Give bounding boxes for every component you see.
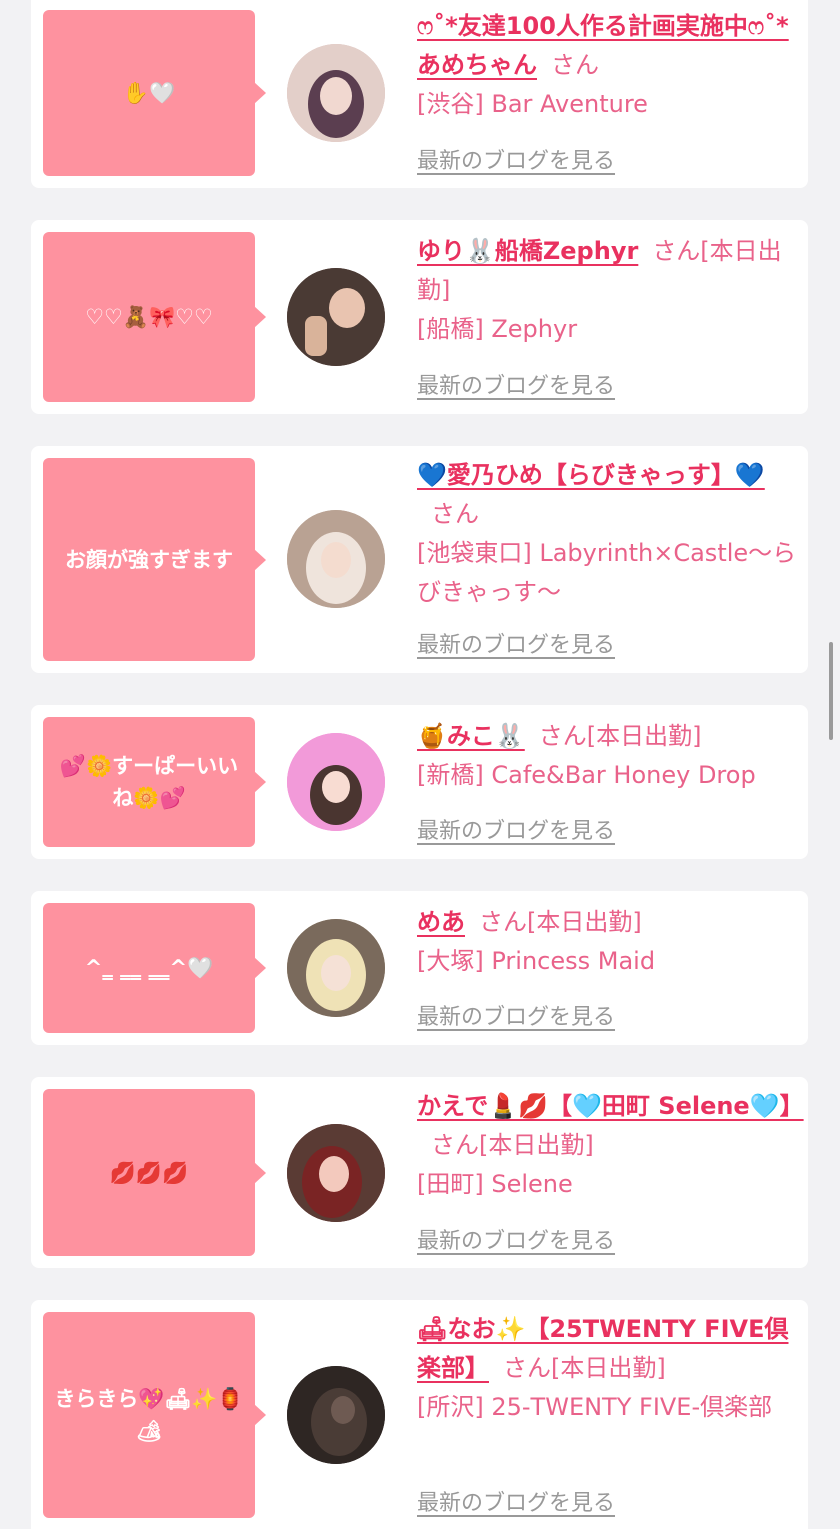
comment-bubble: きらきら💖🛋✨🏮🏕 bbox=[43, 1312, 266, 1518]
shop-name: [所沢] 25-TWENTY FIVE-倶楽部 bbox=[417, 1393, 773, 1421]
comment-bubble: ^‗ ‗‗ ‗‗^🤍 bbox=[43, 903, 266, 1033]
avatar[interactable] bbox=[287, 268, 385, 366]
comment-text: きらきら💖🛋✨🏮🏕 bbox=[54, 1387, 244, 1443]
latest-blog-link[interactable]: 最新のブログを見る bbox=[417, 813, 615, 845]
card-info: 🍯みこ🐰 さん[本日出勤] [新橋] Cafe&Bar Honey Drop bbox=[417, 717, 799, 795]
avatar[interactable] bbox=[287, 510, 385, 608]
comment-bubble: お顔が強すぎます bbox=[43, 458, 266, 661]
comment-text: ^‗ ‗‗ ‗‗^🤍 bbox=[84, 956, 214, 980]
card-info: ゆり🐰船橋Zephyr さん[本日出勤] [船橋] Zephyr bbox=[417, 232, 799, 349]
shop-name: [田町] Selene bbox=[417, 1170, 573, 1198]
cast-name-link[interactable]: 🍯みこ🐰 bbox=[417, 722, 525, 750]
latest-blog-link[interactable]: 最新のブログを見る bbox=[417, 1485, 615, 1517]
scrollbar[interactable] bbox=[829, 642, 833, 740]
comment-bubble: 💕🌼すーぱーいいね🌼💕 bbox=[43, 717, 266, 847]
name-suffix: さん[本日出勤] bbox=[503, 1354, 666, 1382]
comment-bubble: ✋🤍 bbox=[43, 10, 266, 176]
latest-blog-link[interactable]: 最新のブログを見る bbox=[417, 368, 615, 400]
avatar[interactable] bbox=[287, 1366, 385, 1464]
list-item[interactable]: 💋💋💋 かえで💄💋【🩵田町 Selene🩵】さん[本日出勤] [田町] Sele… bbox=[31, 1077, 808, 1268]
list-item[interactable]: ^‗ ‗‗ ‗‗^🤍 めあ さん[本日出勤] [大塚] Princess Maid… bbox=[31, 891, 808, 1045]
comment-bubble: ♡♡🧸🎀♡♡ bbox=[43, 232, 266, 402]
latest-blog-link[interactable]: 最新のブログを見る bbox=[417, 1223, 615, 1255]
cast-name-link[interactable]: ෆ˚*友達100人作る計画実施中ෆ˚*あめちゃん bbox=[417, 12, 789, 79]
shop-name: [船橋] Zephyr bbox=[417, 315, 578, 343]
name-suffix: さん bbox=[551, 51, 599, 79]
avatar[interactable] bbox=[287, 44, 385, 142]
latest-blog-link[interactable]: 最新のブログを見る bbox=[417, 999, 615, 1031]
list-item[interactable]: ♡♡🧸🎀♡♡ ゆり🐰船橋Zephyr さん[本日出勤] [船橋] Zephyr 最… bbox=[31, 220, 808, 414]
comment-text: お顔が強すぎます bbox=[65, 547, 233, 572]
shop-name: [池袋東口] Labyrinth×Castle〜らびきゃっす〜 bbox=[417, 539, 797, 606]
shop-name: [渋谷] Bar Aventure bbox=[417, 90, 648, 118]
comment-text: ♡♡🧸🎀♡♡ bbox=[85, 305, 213, 329]
card-info: ෆ˚*友達100人作る計画実施中ෆ˚*あめちゃん さん [渋谷] Bar Aven… bbox=[417, 7, 799, 124]
latest-blog-link[interactable]: 最新のブログを見る bbox=[417, 143, 615, 175]
avatar[interactable] bbox=[287, 1124, 385, 1222]
comment-text: 💕🌼すーぱーいいね🌼💕 bbox=[59, 754, 239, 810]
name-suffix: さん[本日出勤] bbox=[431, 1131, 594, 1159]
cast-name-link[interactable]: ゆり🐰船橋Zephyr bbox=[417, 237, 638, 265]
card-info: 🛋なお✨【25TWENTY FIVE倶楽部】 さん[本日出勤] [所沢] 25-T… bbox=[417, 1310, 799, 1427]
cast-name-link[interactable]: めあ bbox=[417, 908, 465, 936]
shop-name: [新橋] Cafe&Bar Honey Drop bbox=[417, 761, 756, 789]
avatar[interactable] bbox=[287, 919, 385, 1017]
card-info: めあ さん[本日出勤] [大塚] Princess Maid bbox=[417, 903, 799, 981]
card-info: 💙愛乃ひめ【らびきゃっす】💙 さん [池袋東口] Labyrinth×Castle… bbox=[417, 456, 799, 612]
card-info: かえで💄💋【🩵田町 Selene🩵】さん[本日出勤] [田町] Selene bbox=[417, 1087, 804, 1204]
comment-bubble: 💋💋💋 bbox=[43, 1089, 266, 1256]
list-item[interactable]: お顔が強すぎます 💙愛乃ひめ【らびきゃっす】💙 さん [池袋東口] Labyrin… bbox=[31, 446, 808, 673]
name-suffix: さん[本日出勤] bbox=[479, 908, 642, 936]
list-item[interactable]: きらきら💖🛋✨🏮🏕 🛋なお✨【25TWENTY FIVE倶楽部】 さん[本日出勤]… bbox=[31, 1300, 808, 1529]
name-suffix: さん bbox=[431, 500, 479, 528]
comment-text: ✋🤍 bbox=[122, 81, 176, 105]
cast-name-link[interactable]: かえで💄💋【🩵田町 Selene🩵】 bbox=[417, 1092, 804, 1120]
list-item[interactable]: 💕🌼すーぱーいいね🌼💕 🍯みこ🐰 さん[本日出勤] [新橋] Cafe&Bar H… bbox=[31, 705, 808, 859]
cast-name-link[interactable]: 💙愛乃ひめ【らびきゃっす】💙 bbox=[417, 461, 765, 489]
list-item[interactable]: ✋🤍 ෆ˚*友達100人作る計画実施中ෆ˚*あめちゃん さん [渋谷] Bar A… bbox=[31, 0, 808, 188]
latest-blog-link[interactable]: 最新のブログを見る bbox=[417, 627, 615, 659]
shop-name: [大塚] Princess Maid bbox=[417, 947, 656, 975]
avatar[interactable] bbox=[287, 733, 385, 831]
name-suffix: さん[本日出勤] bbox=[538, 722, 702, 750]
comment-text: 💋💋💋 bbox=[109, 1160, 189, 1185]
